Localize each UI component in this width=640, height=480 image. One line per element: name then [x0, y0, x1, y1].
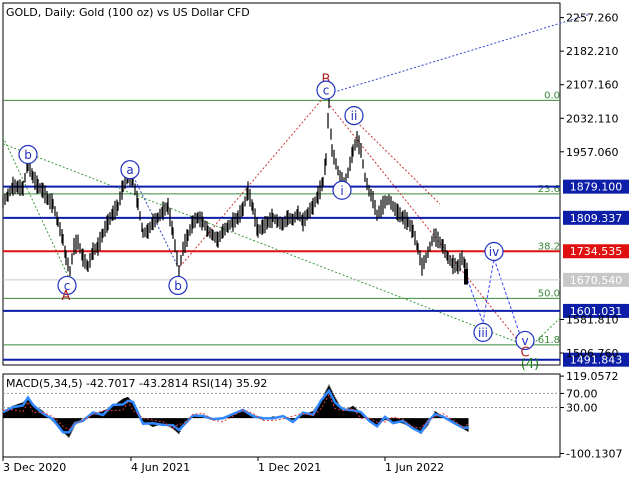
macd-tick-label-2: 30.00	[566, 402, 598, 415]
fib-label-0: 0.0	[544, 90, 560, 101]
level-label-0: 1879.100	[570, 181, 623, 194]
fib-label-1: 23.6	[538, 184, 560, 195]
level-label-5: 1670.540	[570, 274, 623, 287]
fib-label-4: 61.8	[538, 335, 560, 346]
level-label-1: 1809.337	[570, 212, 623, 225]
x-tick-label-2: 1 Dec 2021	[258, 461, 321, 474]
wave-label-3: A	[62, 289, 71, 304]
y-tick-label-5: 1581.810	[566, 313, 619, 326]
level-label-2: 1734.535	[570, 245, 623, 258]
wave-label-10: iv	[489, 245, 499, 259]
wave-label-1: a	[126, 163, 133, 177]
wave-label-4: b	[174, 279, 182, 293]
chart-title: GOLD, Daily: Gold (100 oz) vs US Dollar …	[6, 6, 250, 19]
y-tick-label-3: 2032.110	[566, 112, 619, 125]
chart-canvas: GOLD, Daily: Gold (100 oz) vs US Dollar …	[2, 2, 629, 474]
macd-tick-label-0: 119.0572	[566, 370, 619, 383]
y-tick-label-0: 2257.260	[566, 12, 619, 25]
x-tick-label-1: 4 Jun 2021	[131, 461, 190, 474]
fib-label-3: 50.0	[538, 288, 560, 299]
y-tick-label-6: 1506.760	[566, 347, 619, 360]
macd-tick-label-3: -100.1307	[566, 448, 622, 461]
wave-label-8: i	[340, 184, 343, 198]
macd-axis: 119.0572 70.00 30.00 -100.1307	[560, 370, 622, 461]
y-tick-label-1: 2182.210	[566, 45, 619, 58]
y-tick-label-4: 1957.060	[566, 146, 619, 159]
x-tick-label-0: 3 Dec 2020	[3, 461, 66, 474]
wave-label-6: c	[323, 84, 330, 98]
wave-label-9: iii	[478, 326, 488, 340]
wave-label-0: b	[24, 148, 32, 162]
y-tick-label-2: 2107.160	[566, 79, 619, 92]
macd-tick-label-1: 70.00	[566, 387, 598, 400]
wave-label-13: (4)	[521, 357, 539, 372]
macd-label: MACD(5,34,5) -42.7017 -43.2814 RSI(14) 3…	[6, 377, 267, 390]
last-candle	[464, 268, 468, 285]
x-tick-label-3: 1 Jun 2022	[385, 461, 444, 474]
date-axis: 3 Dec 2020 4 Jun 2021 1 Dec 2021 1 Jun 2022	[2, 457, 444, 474]
wave-label-7: ii	[351, 109, 358, 123]
